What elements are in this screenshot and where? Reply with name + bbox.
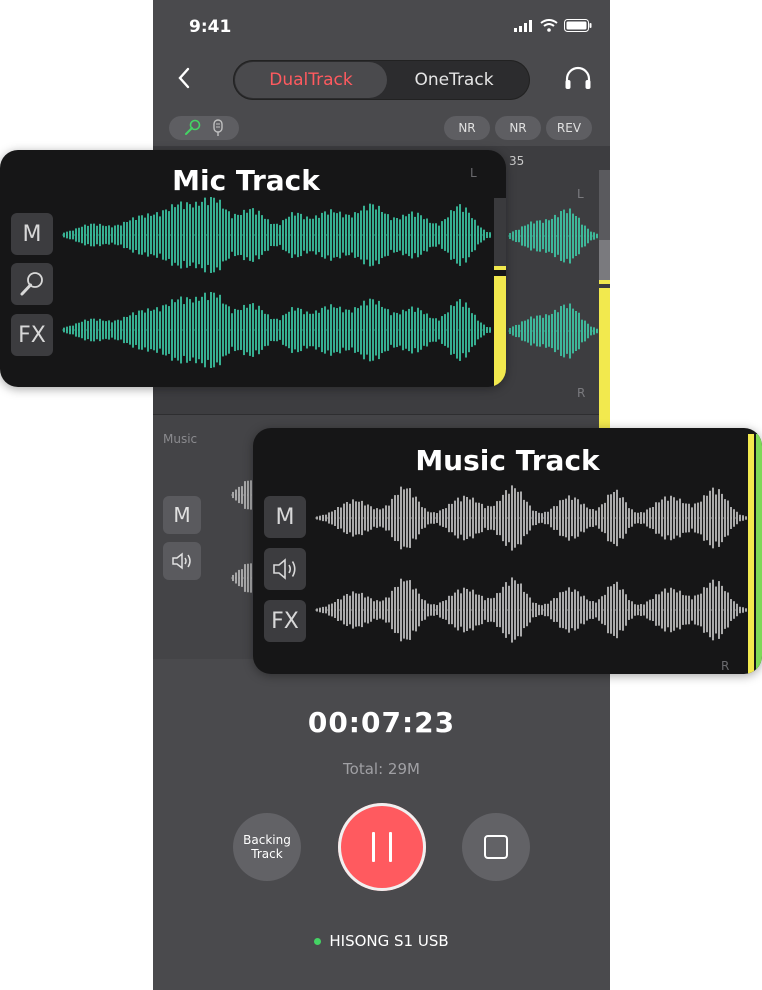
usb-mic-icon — [213, 119, 223, 136]
input-selector[interactable] — [169, 116, 239, 140]
wifi-icon — [540, 19, 558, 32]
music-mute-button[interactable]: M — [264, 496, 306, 538]
headphones-button[interactable] — [564, 66, 592, 94]
pause-record-button[interactable] — [338, 803, 426, 891]
battery-icon — [564, 19, 592, 32]
mic-track-waveform — [62, 197, 492, 368]
input-effects-row: NR NR REV — [169, 116, 594, 140]
mic-track-card: Mic Track L M FX — [0, 150, 506, 387]
music-speaker-button[interactable] — [264, 548, 306, 590]
phone-mic-waveform — [508, 208, 598, 359]
mic-monitor-button[interactable] — [11, 263, 53, 305]
phone-music-waveform — [231, 479, 255, 594]
status-icons — [514, 19, 592, 32]
backing-track-label: Backing Track — [243, 833, 291, 861]
music-lane-mute-button[interactable]: M — [163, 496, 201, 534]
mic-mute-button[interactable]: M — [11, 213, 53, 255]
total-size: Total: 29M — [343, 760, 420, 778]
music-track-waveform — [315, 485, 747, 643]
device-name: HISONG S1 USB — [329, 932, 449, 950]
headphones-icon — [565, 66, 591, 89]
back-button[interactable] — [177, 66, 191, 94]
microphone-icon — [185, 119, 201, 135]
mic-fx-button[interactable]: FX — [11, 314, 53, 356]
speaker-icon — [172, 552, 191, 570]
music-lane-label: Music — [163, 432, 198, 446]
timeline-tick: 35 — [509, 154, 525, 168]
nr-button-2[interactable]: NR — [495, 116, 541, 140]
microphone-icon — [20, 272, 43, 296]
tab-dualtrack[interactable]: DualTrack — [235, 62, 387, 98]
chevron-left-icon — [178, 67, 190, 89]
rev-button[interactable]: REV — [546, 116, 592, 140]
mic-card-meter — [494, 198, 506, 387]
music-fx-button[interactable]: FX — [264, 600, 306, 642]
mic-card-left-label: L — [470, 166, 477, 180]
music-track-title: Music Track — [415, 444, 600, 477]
phone-mic-meter — [599, 170, 610, 430]
signal-icon — [514, 19, 532, 32]
device-status: HISONG S1 USB — [153, 932, 610, 950]
speaker-icon — [273, 558, 296, 580]
tab-onetrack[interactable]: OneTrack — [378, 62, 530, 98]
stop-icon — [484, 835, 508, 859]
elapsed-time: 00:07:23 — [307, 706, 456, 739]
backing-track-button[interactable]: Backing Track — [233, 813, 301, 881]
status-time: 9:41 — [189, 17, 232, 37]
connected-indicator — [314, 938, 322, 945]
stop-button[interactable] — [462, 813, 530, 881]
music-lane-speaker-button[interactable] — [163, 542, 201, 580]
pause-icon — [372, 832, 392, 862]
nr-button-1[interactable]: NR — [444, 116, 490, 140]
music-track-card: Music Track R M FX — [253, 428, 762, 674]
mode-segmented-control: DualTrack OneTrack — [233, 60, 530, 100]
music-card-meter — [748, 434, 762, 674]
